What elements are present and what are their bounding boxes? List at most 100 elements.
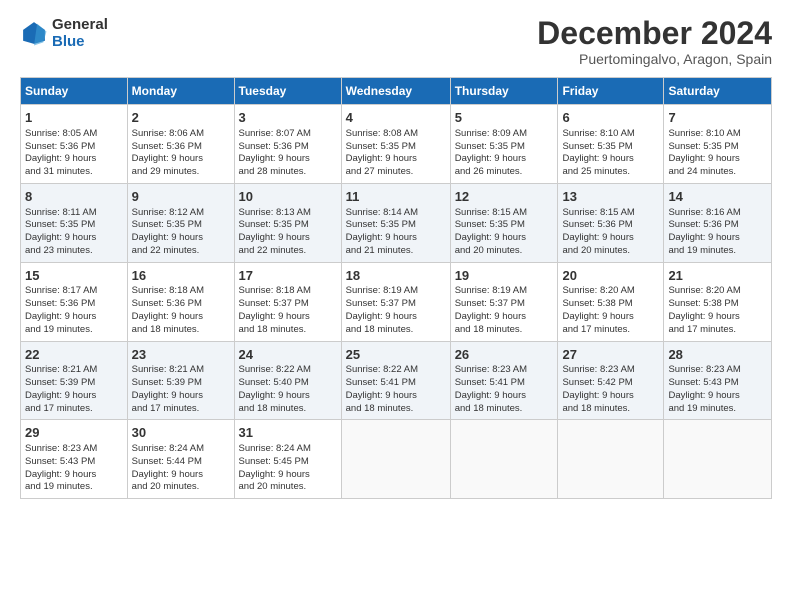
day-info: Sunset: 5:45 PM	[239, 456, 337, 469]
day-number: 24	[239, 346, 337, 364]
day-info: Daylight: 9 hours	[239, 390, 337, 403]
calendar-day-header: Tuesday	[234, 78, 341, 105]
day-info: Sunrise: 8:05 AM	[25, 128, 123, 141]
calendar-cell: 17Sunrise: 8:18 AMSunset: 5:37 PMDayligh…	[234, 262, 341, 341]
day-number: 23	[132, 346, 230, 364]
day-info: Sunrise: 8:19 AM	[346, 285, 446, 298]
calendar-cell: 9Sunrise: 8:12 AMSunset: 5:35 PMDaylight…	[127, 183, 234, 262]
calendar-day-header: Saturday	[664, 78, 772, 105]
day-info: Sunrise: 8:22 AM	[346, 364, 446, 377]
calendar-day-header: Wednesday	[341, 78, 450, 105]
day-info: Daylight: 9 hours	[25, 153, 123, 166]
calendar-week-row: 15Sunrise: 8:17 AMSunset: 5:36 PMDayligh…	[21, 262, 772, 341]
day-number: 7	[668, 109, 767, 127]
day-info: Sunset: 5:35 PM	[562, 141, 659, 154]
calendar-cell: 8Sunrise: 8:11 AMSunset: 5:35 PMDaylight…	[21, 183, 128, 262]
calendar-day-header: Thursday	[450, 78, 558, 105]
day-number: 8	[25, 188, 123, 206]
day-info: Daylight: 9 hours	[668, 390, 767, 403]
day-info: and 20 minutes.	[455, 245, 554, 258]
calendar-cell: 12Sunrise: 8:15 AMSunset: 5:35 PMDayligh…	[450, 183, 558, 262]
day-info: Sunrise: 8:10 AM	[668, 128, 767, 141]
day-info: Sunset: 5:44 PM	[132, 456, 230, 469]
day-info: Sunset: 5:35 PM	[346, 141, 446, 154]
day-info: and 24 minutes.	[668, 166, 767, 179]
calendar-cell: 29Sunrise: 8:23 AMSunset: 5:43 PMDayligh…	[21, 420, 128, 499]
day-number: 12	[455, 188, 554, 206]
day-info: and 23 minutes.	[25, 245, 123, 258]
day-info: Daylight: 9 hours	[562, 232, 659, 245]
calendar-cell: 4Sunrise: 8:08 AMSunset: 5:35 PMDaylight…	[341, 105, 450, 184]
day-info: Sunrise: 8:16 AM	[668, 207, 767, 220]
calendar-cell: 21Sunrise: 8:20 AMSunset: 5:38 PMDayligh…	[664, 262, 772, 341]
day-number: 15	[25, 267, 123, 285]
day-number: 2	[132, 109, 230, 127]
day-info: Daylight: 9 hours	[455, 311, 554, 324]
day-info: Daylight: 9 hours	[346, 153, 446, 166]
day-info: Daylight: 9 hours	[132, 390, 230, 403]
day-info: Sunrise: 8:23 AM	[668, 364, 767, 377]
day-info: Sunset: 5:38 PM	[668, 298, 767, 311]
day-info: Sunset: 5:39 PM	[25, 377, 123, 390]
day-number: 11	[346, 188, 446, 206]
calendar-cell: 30Sunrise: 8:24 AMSunset: 5:44 PMDayligh…	[127, 420, 234, 499]
day-info: Daylight: 9 hours	[239, 469, 337, 482]
day-number: 20	[562, 267, 659, 285]
calendar-cell	[664, 420, 772, 499]
day-info: Daylight: 9 hours	[455, 232, 554, 245]
day-info: Sunset: 5:36 PM	[239, 141, 337, 154]
day-number: 22	[25, 346, 123, 364]
calendar-cell: 19Sunrise: 8:19 AMSunset: 5:37 PMDayligh…	[450, 262, 558, 341]
logo-text: General Blue	[52, 16, 108, 50]
day-info: and 19 minutes.	[25, 324, 123, 337]
day-info: and 19 minutes.	[668, 245, 767, 258]
day-info: Sunrise: 8:23 AM	[455, 364, 554, 377]
day-info: Sunrise: 8:21 AM	[25, 364, 123, 377]
day-info: and 19 minutes.	[25, 481, 123, 494]
logo-icon	[20, 19, 48, 47]
calendar-week-row: 8Sunrise: 8:11 AMSunset: 5:35 PMDaylight…	[21, 183, 772, 262]
day-info: and 20 minutes.	[132, 481, 230, 494]
page: General Blue December 2024 Puertomingalv…	[0, 0, 792, 509]
day-info: Sunset: 5:35 PM	[132, 219, 230, 232]
day-info: Daylight: 9 hours	[562, 390, 659, 403]
title-block: December 2024 Puertomingalvo, Aragon, Sp…	[537, 16, 772, 67]
day-info: and 18 minutes.	[132, 324, 230, 337]
day-info: Sunset: 5:43 PM	[668, 377, 767, 390]
day-info: Sunrise: 8:18 AM	[132, 285, 230, 298]
calendar-cell: 10Sunrise: 8:13 AMSunset: 5:35 PMDayligh…	[234, 183, 341, 262]
day-number: 30	[132, 424, 230, 442]
calendar-cell: 15Sunrise: 8:17 AMSunset: 5:36 PMDayligh…	[21, 262, 128, 341]
day-info: Sunset: 5:42 PM	[562, 377, 659, 390]
calendar-cell: 25Sunrise: 8:22 AMSunset: 5:41 PMDayligh…	[341, 341, 450, 420]
day-number: 28	[668, 346, 767, 364]
day-info: Daylight: 9 hours	[668, 153, 767, 166]
day-number: 25	[346, 346, 446, 364]
day-info: Daylight: 9 hours	[239, 311, 337, 324]
calendar-cell: 3Sunrise: 8:07 AMSunset: 5:36 PMDaylight…	[234, 105, 341, 184]
day-info: Daylight: 9 hours	[239, 153, 337, 166]
day-number: 16	[132, 267, 230, 285]
day-info: Sunrise: 8:07 AM	[239, 128, 337, 141]
day-info: Daylight: 9 hours	[132, 232, 230, 245]
day-info: Daylight: 9 hours	[25, 390, 123, 403]
day-info: Sunrise: 8:24 AM	[239, 443, 337, 456]
day-info: and 18 minutes.	[346, 403, 446, 416]
day-info: Sunrise: 8:24 AM	[132, 443, 230, 456]
header: General Blue December 2024 Puertomingalv…	[20, 16, 772, 67]
day-info: Sunset: 5:37 PM	[346, 298, 446, 311]
day-number: 26	[455, 346, 554, 364]
day-info: Daylight: 9 hours	[455, 153, 554, 166]
calendar-cell: 11Sunrise: 8:14 AMSunset: 5:35 PMDayligh…	[341, 183, 450, 262]
day-info: Sunset: 5:36 PM	[25, 141, 123, 154]
day-number: 18	[346, 267, 446, 285]
day-info: and 18 minutes.	[239, 403, 337, 416]
day-info: and 22 minutes.	[239, 245, 337, 258]
day-number: 27	[562, 346, 659, 364]
day-info: and 17 minutes.	[668, 324, 767, 337]
day-number: 17	[239, 267, 337, 285]
day-info: Sunrise: 8:23 AM	[25, 443, 123, 456]
day-info: Sunrise: 8:08 AM	[346, 128, 446, 141]
day-info: Sunset: 5:38 PM	[562, 298, 659, 311]
calendar-cell: 14Sunrise: 8:16 AMSunset: 5:36 PMDayligh…	[664, 183, 772, 262]
